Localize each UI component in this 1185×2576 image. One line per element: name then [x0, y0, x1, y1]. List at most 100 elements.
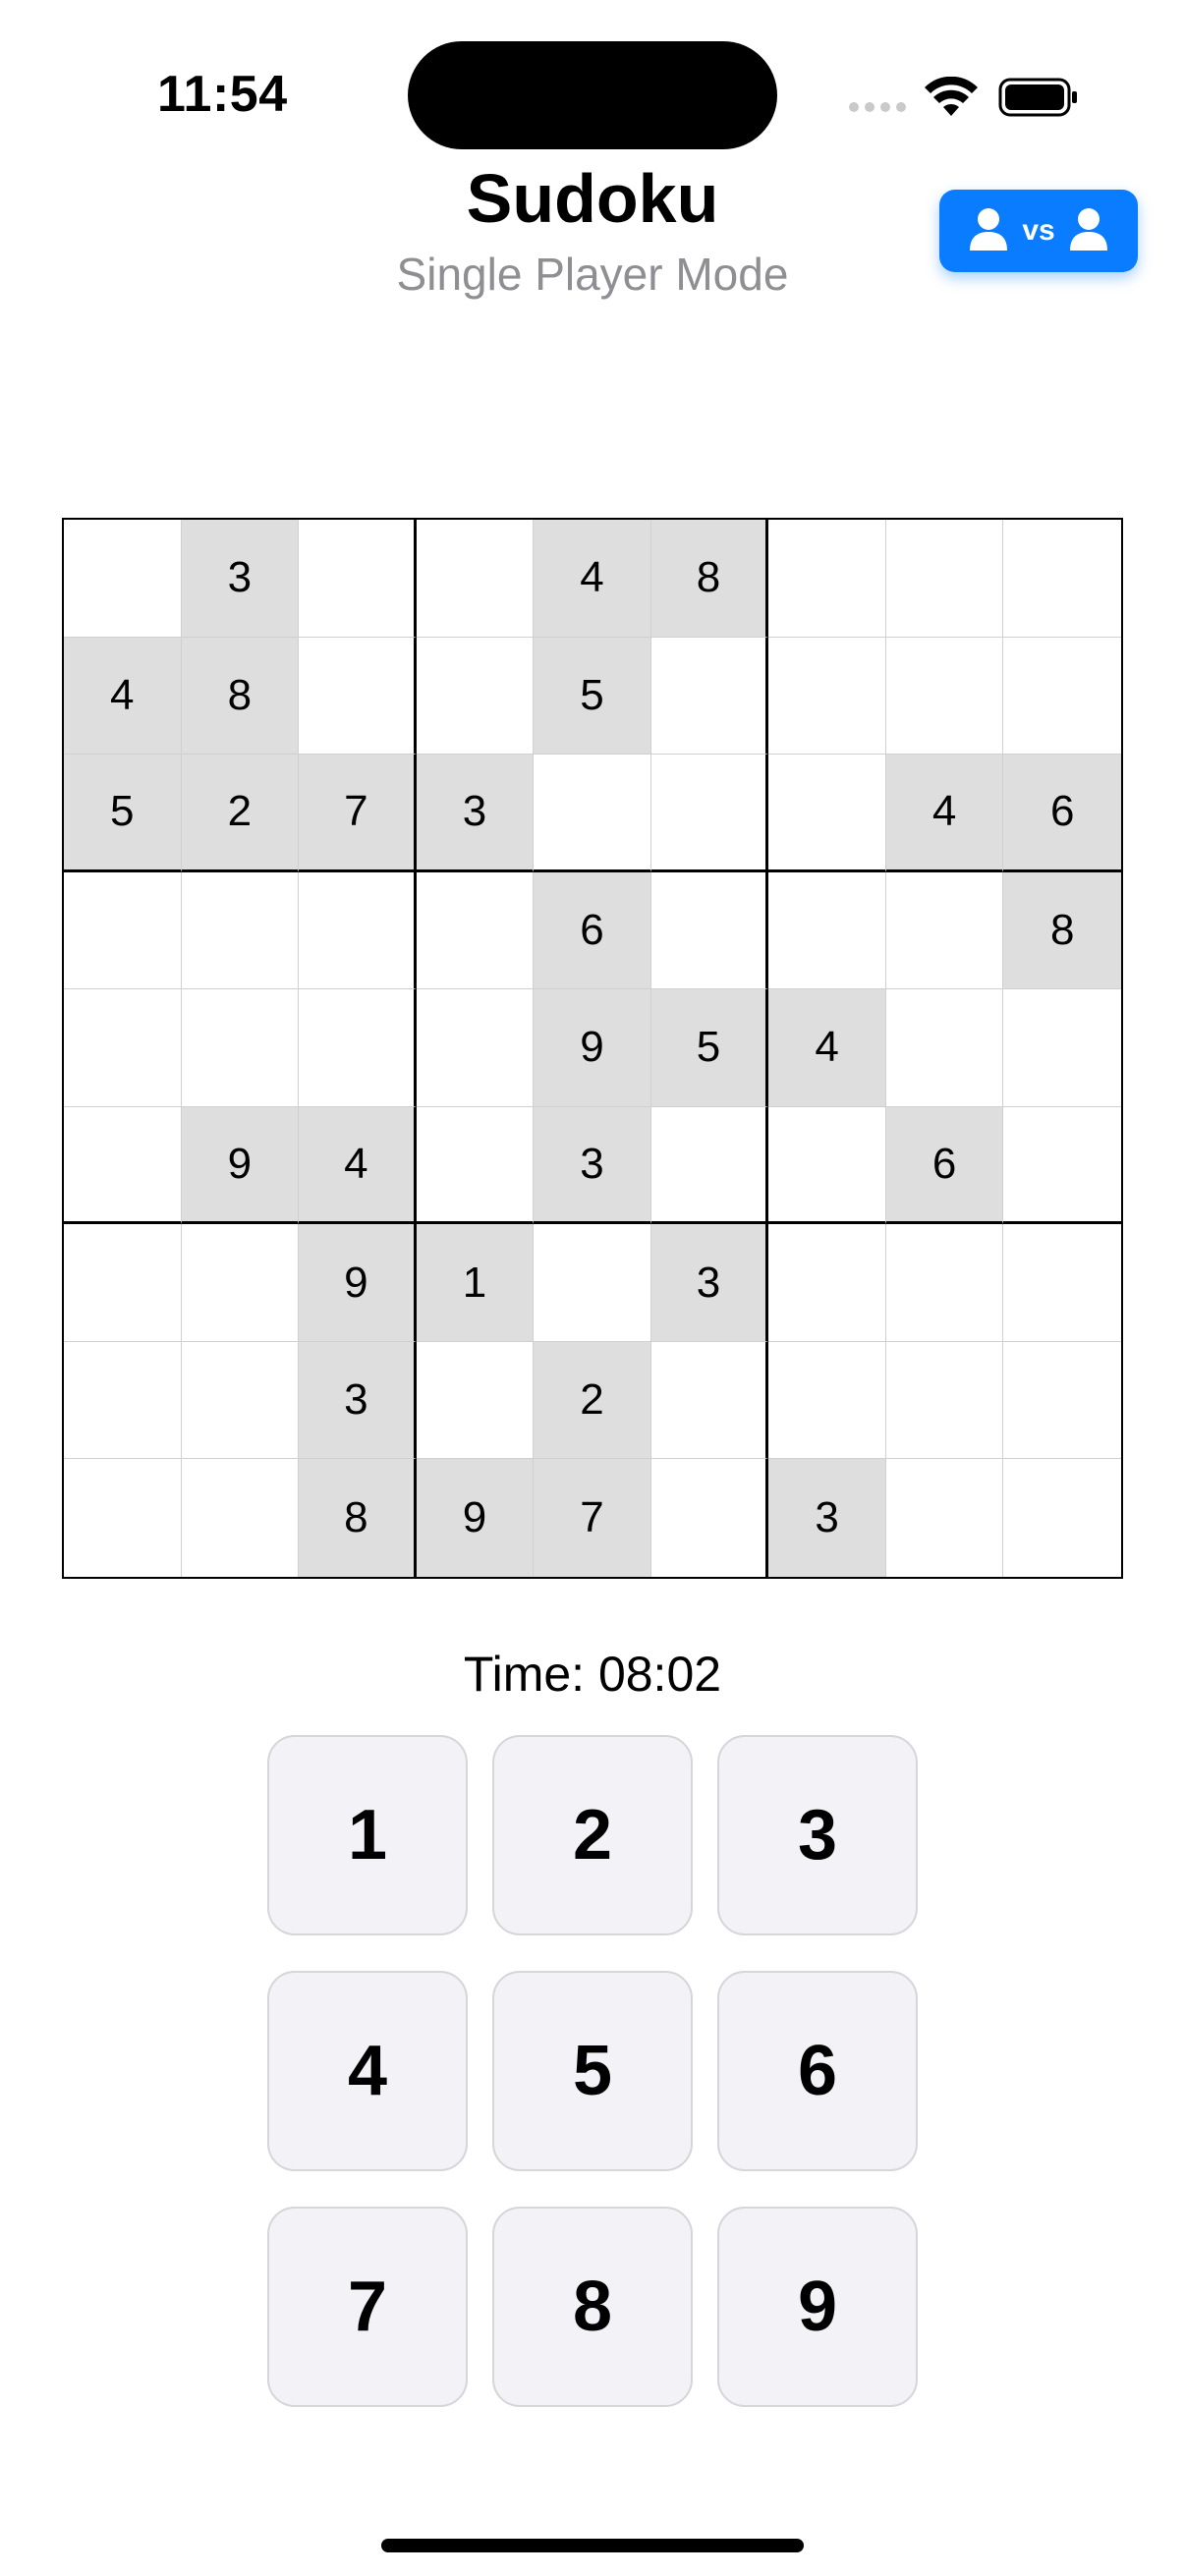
number-key-5[interactable]: 5 — [492, 1971, 693, 2171]
home-indicator[interactable] — [381, 2539, 804, 2552]
number-key-4[interactable]: 4 — [267, 1971, 468, 2171]
timer-label: Time: 08:02 — [463, 1647, 722, 1702]
wifi-icon — [924, 76, 979, 123]
number-key-2[interactable]: 2 — [492, 1735, 693, 1935]
board-cell-r8-c3[interactable]: 3 — [299, 1341, 417, 1460]
board-cell-r4-c6[interactable] — [650, 871, 769, 990]
board-cell-r8-c5[interactable]: 2 — [534, 1341, 651, 1460]
board-cell-r8-c1[interactable] — [64, 1341, 182, 1460]
board-cell-r4-c4[interactable] — [416, 871, 535, 990]
board-cell-r6-c6[interactable] — [650, 1106, 769, 1225]
board-cell-r7-c8[interactable] — [885, 1224, 1004, 1342]
board-cell-r7-c5[interactable] — [534, 1224, 651, 1342]
board-cell-r1-c7[interactable] — [768, 520, 886, 638]
board-cell-r5-c8[interactable] — [885, 989, 1004, 1107]
board-cell-r3-c8[interactable]: 4 — [885, 755, 1004, 872]
board-cell-r5-c9[interactable] — [1003, 989, 1121, 1107]
board-cell-r7-c1[interactable] — [64, 1224, 182, 1342]
sudoku-board: 348485527346689549436913328973 — [62, 518, 1123, 1579]
board-cell-r5-c5[interactable]: 9 — [534, 989, 651, 1107]
board-cell-r7-c3[interactable]: 9 — [299, 1224, 417, 1342]
board-cell-r4-c3[interactable] — [299, 871, 417, 990]
board-cell-r4-c5[interactable]: 6 — [534, 871, 651, 990]
board-cell-r2-c3[interactable] — [299, 637, 417, 756]
board-cell-r1-c3[interactable] — [299, 520, 417, 638]
board-cell-r3-c4[interactable]: 3 — [416, 755, 535, 872]
board-cell-r9-c4[interactable]: 9 — [416, 1459, 535, 1577]
board-cell-r5-c3[interactable] — [299, 989, 417, 1107]
board-cell-r5-c4[interactable] — [416, 989, 535, 1107]
board-cell-r1-c9[interactable] — [1003, 520, 1121, 638]
board-cell-r7-c6[interactable]: 3 — [650, 1224, 769, 1342]
multiplayer-vs-button[interactable]: vs — [939, 190, 1138, 272]
board-cell-r1-c1[interactable] — [64, 520, 182, 638]
board-cell-r6-c5[interactable]: 3 — [534, 1106, 651, 1225]
board-cell-r8-c8[interactable] — [885, 1341, 1004, 1460]
board-cell-r9-c8[interactable] — [885, 1459, 1004, 1577]
board-cell-r4-c7[interactable] — [768, 871, 886, 990]
board-cell-r9-c2[interactable] — [181, 1459, 300, 1577]
board-cell-r6-c1[interactable] — [64, 1106, 182, 1225]
board-cell-r7-c2[interactable] — [181, 1224, 300, 1342]
board-cell-r8-c4[interactable] — [416, 1341, 535, 1460]
board-cell-r3-c6[interactable] — [650, 755, 769, 872]
board-cell-r6-c3[interactable]: 4 — [299, 1106, 417, 1225]
board-cell-r2-c2[interactable]: 8 — [181, 637, 300, 756]
number-key-7[interactable]: 7 — [267, 2207, 468, 2407]
board-cell-r6-c8[interactable]: 6 — [885, 1106, 1004, 1225]
board-cell-r4-c9[interactable]: 8 — [1003, 871, 1121, 990]
board-cell-r2-c1[interactable]: 4 — [64, 637, 182, 756]
board-cell-r2-c4[interactable] — [416, 637, 535, 756]
board-cell-r9-c3[interactable]: 8 — [299, 1459, 417, 1577]
board-cell-r2-c9[interactable] — [1003, 637, 1121, 756]
dynamic-island — [408, 41, 777, 149]
board-cell-r2-c7[interactable] — [768, 637, 886, 756]
board-cell-r4-c1[interactable] — [64, 871, 182, 990]
board-cell-r6-c7[interactable] — [768, 1106, 886, 1225]
board-cell-r9-c7[interactable]: 3 — [768, 1459, 886, 1577]
board-cell-r3-c7[interactable] — [768, 755, 886, 872]
board-cell-r3-c3[interactable]: 7 — [299, 755, 417, 872]
board-cell-r7-c7[interactable] — [768, 1224, 886, 1342]
board-cell-r9-c6[interactable] — [650, 1459, 769, 1577]
board-cell-r9-c9[interactable] — [1003, 1459, 1121, 1577]
board-cell-r1-c5[interactable]: 4 — [534, 520, 651, 638]
board-cell-r2-c5[interactable]: 5 — [534, 637, 651, 756]
number-key-8[interactable]: 8 — [492, 2207, 693, 2407]
board-cell-r4-c2[interactable] — [181, 871, 300, 990]
board-cell-r5-c6[interactable]: 5 — [650, 989, 769, 1107]
board-cell-r3-c5[interactable] — [534, 755, 651, 872]
board-cell-r8-c6[interactable] — [650, 1341, 769, 1460]
number-key-3[interactable]: 3 — [717, 1735, 918, 1935]
board-cell-r8-c2[interactable] — [181, 1341, 300, 1460]
board-cell-r5-c7[interactable]: 4 — [768, 989, 886, 1107]
board-cell-r4-c8[interactable] — [885, 871, 1004, 990]
board-cell-r1-c2[interactable]: 3 — [181, 520, 300, 638]
board-cell-r1-c4[interactable] — [416, 520, 535, 638]
board-cell-r2-c8[interactable] — [885, 637, 1004, 756]
board-cell-r5-c1[interactable] — [64, 989, 182, 1107]
board-cell-r9-c5[interactable]: 7 — [534, 1459, 651, 1577]
board-cell-r3-c2[interactable]: 2 — [181, 755, 300, 872]
board-cell-r8-c7[interactable] — [768, 1341, 886, 1460]
board-cell-r7-c9[interactable] — [1003, 1224, 1121, 1342]
board-cell-r2-c6[interactable] — [650, 637, 769, 756]
battery-icon — [998, 77, 1079, 123]
person-icon — [1069, 207, 1108, 255]
board-cell-r5-c2[interactable] — [181, 989, 300, 1107]
board-cell-r6-c9[interactable] — [1003, 1106, 1121, 1225]
person-icon — [969, 207, 1008, 255]
board-cell-r1-c8[interactable] — [885, 520, 1004, 638]
board-cell-r8-c9[interactable] — [1003, 1341, 1121, 1460]
board-cell-r6-c2[interactable]: 9 — [181, 1106, 300, 1225]
number-key-1[interactable]: 1 — [267, 1735, 468, 1935]
board-cell-r9-c1[interactable] — [64, 1459, 182, 1577]
number-key-9[interactable]: 9 — [717, 2207, 918, 2407]
number-pad: 123 456 789 — [267, 1735, 919, 2407]
number-key-6[interactable]: 6 — [717, 1971, 918, 2171]
board-cell-r6-c4[interactable] — [416, 1106, 535, 1225]
board-cell-r3-c9[interactable]: 6 — [1003, 755, 1121, 872]
board-cell-r1-c6[interactable]: 8 — [650, 520, 769, 638]
board-cell-r7-c4[interactable]: 1 — [416, 1224, 535, 1342]
board-cell-r3-c1[interactable]: 5 — [64, 755, 182, 872]
